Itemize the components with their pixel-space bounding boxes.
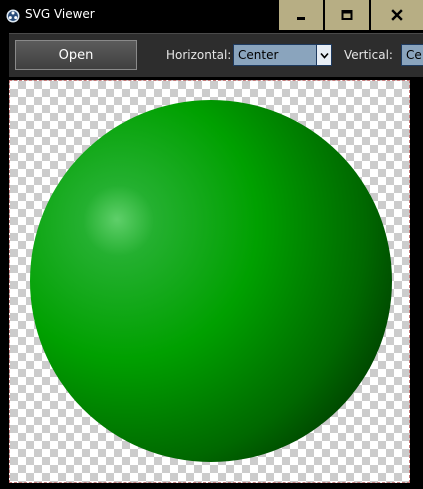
horizontal-align-value: Center <box>238 48 279 62</box>
minimize-icon <box>297 17 305 20</box>
green-sphere-image <box>30 100 392 462</box>
maximize-icon <box>341 10 353 20</box>
toolbar: Open Horizontal: Center Vertical: Ce <box>9 33 423 77</box>
chevron-down-icon[interactable] <box>316 45 331 65</box>
app-icon <box>6 8 20 23</box>
sphere <box>30 100 392 462</box>
close-button[interactable] <box>371 0 423 30</box>
vertical-label: Vertical: <box>344 48 393 62</box>
svg-viewer-window: SVG Viewer Open Horizontal: Center Verti… <box>0 0 423 489</box>
title-bar[interactable]: SVG Viewer <box>0 0 423 31</box>
vertical-align-select[interactable]: Ce <box>401 44 423 66</box>
horizontal-label: Horizontal: <box>166 48 232 62</box>
horizontal-align-select[interactable]: Center <box>233 44 332 66</box>
open-button[interactable]: Open <box>15 40 137 70</box>
close-icon <box>391 9 403 21</box>
maximize-button[interactable] <box>325 0 369 30</box>
minimize-button[interactable] <box>279 0 323 30</box>
svg-canvas <box>9 80 410 483</box>
window-right-border <box>410 80 423 489</box>
vertical-align-value: Ce <box>406 48 422 62</box>
window-title: SVG Viewer <box>25 7 95 21</box>
